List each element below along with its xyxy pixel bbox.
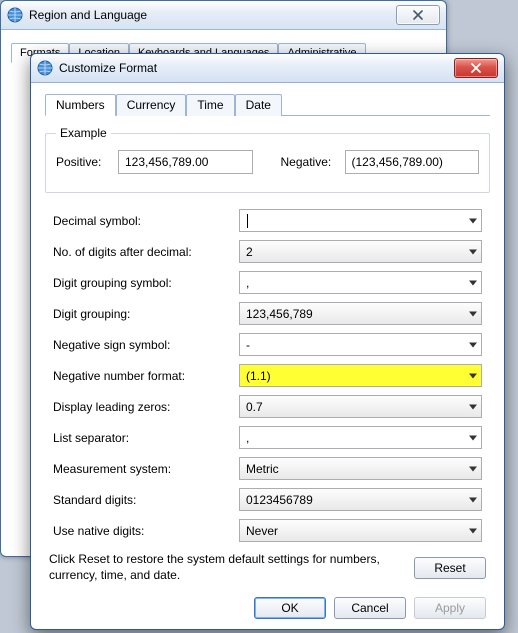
chevron-down-icon <box>469 404 477 409</box>
reset-button[interactable]: Reset <box>414 557 486 579</box>
tab-numbers[interactable]: Numbers <box>45 94 116 116</box>
native-digits-combo[interactable]: Never <box>239 519 482 542</box>
leading-zeros-label: Display leading zeros: <box>53 400 239 414</box>
reset-message: Click Reset to restore the system defaul… <box>49 552 402 583</box>
tab-date[interactable]: Date <box>235 94 282 116</box>
negative-value: (123,456,789.00) <box>345 150 480 174</box>
grouping-symbol-combo[interactable]: , <box>239 271 482 294</box>
digit-grouping-label: Digit grouping: <box>53 307 239 321</box>
chevron-down-icon <box>469 497 477 502</box>
region-language-title: Region and Language <box>29 8 396 22</box>
negative-label: Negative: <box>281 155 337 169</box>
customize-format-title: Customize Format <box>59 61 454 75</box>
digits-after-decimal-combo[interactable]: 2 <box>239 240 482 263</box>
chevron-down-icon <box>469 466 477 471</box>
chevron-down-icon <box>469 249 477 254</box>
std-digits-combo[interactable]: 0123456789 <box>239 488 482 511</box>
neg-sign-combo[interactable]: - <box>239 333 482 356</box>
example-legend: Example <box>56 126 111 140</box>
region-language-titlebar: Region and Language <box>1 1 446 30</box>
close-button[interactable] <box>454 58 498 78</box>
tab-time[interactable]: Time <box>186 94 234 116</box>
close-button[interactable] <box>396 5 440 25</box>
decimal-symbol-combo[interactable] <box>239 209 482 232</box>
chevron-down-icon <box>469 280 477 285</box>
text-cursor <box>247 214 248 228</box>
std-digits-label: Standard digits: <box>53 493 239 507</box>
chevron-down-icon <box>469 311 477 316</box>
native-digits-label: Use native digits: <box>53 524 239 538</box>
decimal-symbol-label: Decimal symbol: <box>53 214 239 228</box>
customize-format-body: Numbers Currency Time Date Example Posit… <box>31 83 504 631</box>
list-sep-label: List separator: <box>53 431 239 445</box>
neg-sign-label: Negative sign symbol: <box>53 338 239 352</box>
list-sep-combo[interactable]: , <box>239 426 482 449</box>
neg-format-label: Negative number format: <box>53 369 239 383</box>
globe-icon <box>37 60 53 76</box>
positive-label: Positive: <box>56 155 110 169</box>
leading-zeros-combo[interactable]: 0.7 <box>239 395 482 418</box>
tab-currency[interactable]: Currency <box>116 94 187 116</box>
neg-format-combo[interactable]: (1.1) <box>239 364 482 387</box>
grouping-symbol-label: Digit grouping symbol: <box>53 276 239 290</box>
digit-grouping-combo[interactable]: 123,456,789 <box>239 302 482 325</box>
customize-format-tabs: Numbers Currency Time Date <box>45 93 490 116</box>
chevron-down-icon <box>469 218 477 223</box>
example-group: Example Positive: 123,456,789.00 Negativ… <box>45 126 490 193</box>
chevron-down-icon <box>469 373 477 378</box>
cancel-button[interactable]: Cancel <box>334 597 406 619</box>
ok-button[interactable]: OK <box>254 597 326 619</box>
apply-button: Apply <box>414 597 486 619</box>
chevron-down-icon <box>469 528 477 533</box>
customize-format-dialog: Customize Format Numbers Currency Time D… <box>30 53 505 630</box>
customize-format-titlebar: Customize Format <box>31 54 504 83</box>
globe-icon <box>7 7 23 23</box>
positive-value: 123,456,789.00 <box>118 150 253 174</box>
chevron-down-icon <box>469 342 477 347</box>
measurement-combo[interactable]: Metric <box>239 457 482 480</box>
measurement-label: Measurement system: <box>53 462 239 476</box>
chevron-down-icon <box>469 435 477 440</box>
digits-after-decimal-label: No. of digits after decimal: <box>53 245 239 259</box>
